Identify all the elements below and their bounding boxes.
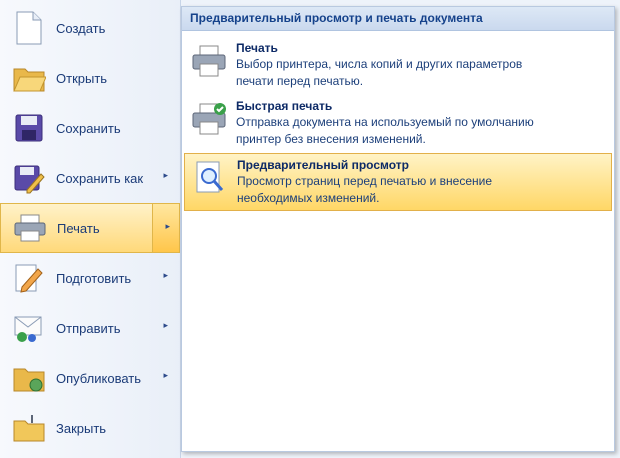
- menu-item-new[interactable]: Создать: [0, 3, 180, 53]
- print-submenu-panel: Предварительный просмотр и печать докуме…: [181, 6, 615, 452]
- submenu-arrow-icon: ▸: [163, 370, 168, 380]
- quick-print-icon: [190, 101, 228, 139]
- menu-item-label: Сохранить как: [56, 170, 144, 186]
- option-description-line1: Выбор принтера, числа копий и других пар…: [236, 57, 523, 71]
- printer-icon: [13, 211, 47, 245]
- command-list: Создать Открыть Сохранить Сохранить как …: [0, 0, 181, 458]
- option-description-line2: принтер без внесения изменений.: [236, 132, 426, 146]
- option-print-preview[interactable]: Предварительный просмотр Просмотр страни…: [184, 153, 612, 211]
- print-preview-icon: [191, 160, 229, 198]
- menu-item-save-as[interactable]: Сохранить как ▸: [0, 153, 180, 203]
- menu-item-send[interactable]: Отправить ▸: [0, 303, 180, 353]
- option-description-line2: необходимых изменений.: [237, 191, 380, 205]
- menu-item-label: Отправить: [56, 320, 121, 336]
- option-quick-print[interactable]: Быстрая печать Отправка документа на исп…: [184, 95, 612, 151]
- menu-item-label: Сохранить: [56, 120, 121, 136]
- new-document-icon: [12, 11, 46, 45]
- menu-item-open[interactable]: Открыть: [0, 53, 180, 103]
- option-description-line2: печати перед печатью.: [236, 74, 364, 88]
- option-description-line1: Просмотр страниц перед печатью и внесени…: [237, 174, 493, 188]
- menu-item-label: Создать: [56, 20, 106, 36]
- prepare-pencil-icon: [12, 261, 46, 295]
- menu-item-label: Печать: [57, 220, 100, 236]
- save-disk-icon: [12, 111, 46, 145]
- publish-folder-icon: [12, 361, 46, 395]
- menu-item-label: Закрыть: [56, 420, 107, 436]
- office-menu: Создать Открыть Сохранить Сохранить как …: [0, 0, 620, 458]
- submenu-arrow-icon: ▸: [163, 320, 168, 330]
- option-description-line1: Отправка документа на используемый по ум…: [236, 115, 534, 129]
- menu-item-label: Подготовить: [56, 270, 132, 286]
- menu-item-print[interactable]: Печать ▸: [0, 203, 180, 253]
- option-title: Быстрая печать: [236, 99, 333, 113]
- close-folder-icon: [12, 411, 46, 445]
- send-mail-icon: [12, 311, 46, 345]
- panel-header: Предварительный просмотр и печать докуме…: [182, 7, 614, 31]
- submenu-arrow-icon: ▸: [163, 270, 168, 280]
- option-print[interactable]: Печать Выбор принтера, числа копий и дру…: [184, 37, 612, 93]
- menu-item-prepare[interactable]: Подготовить ▸: [0, 253, 180, 303]
- open-folder-icon: [12, 61, 46, 95]
- menu-item-close[interactable]: Закрыть: [0, 403, 180, 453]
- option-title: Печать: [236, 41, 278, 55]
- submenu-arrow-icon: ▸: [163, 170, 168, 180]
- menu-item-save[interactable]: Сохранить: [0, 103, 180, 153]
- menu-item-label: Опубликовать: [56, 370, 142, 386]
- save-as-icon: [12, 161, 46, 195]
- submenu-arrow-icon: ▸: [165, 221, 170, 231]
- menu-item-label: Открыть: [56, 70, 108, 86]
- menu-item-publish[interactable]: Опубликовать ▸: [0, 353, 180, 403]
- printer-icon: [190, 43, 228, 81]
- option-title: Предварительный просмотр: [237, 158, 409, 172]
